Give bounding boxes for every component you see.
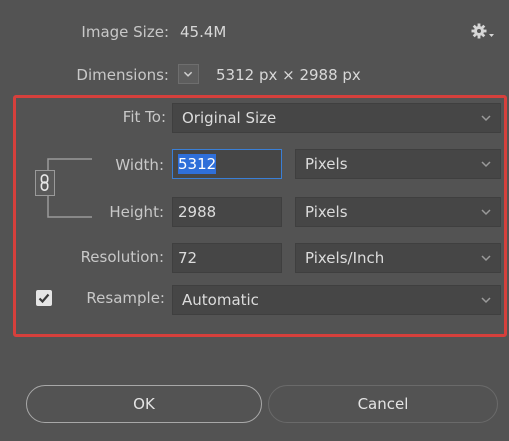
chevron-down-icon [481, 209, 491, 216]
width-unit-dropdown[interactable]: Pixels [295, 149, 501, 179]
resolution-label: Resolution: [80, 248, 164, 266]
dimensions-label: Dimensions: [76, 66, 169, 84]
resolution-unit-value: Pixels/Inch [305, 249, 385, 267]
fit-to-value: Original Size [182, 109, 277, 127]
ok-button[interactable]: OK [26, 385, 262, 423]
image-size-value: 45.4M [180, 23, 227, 41]
resolution-value: 72 [178, 249, 198, 267]
chevron-down-icon [481, 161, 491, 168]
resample-method-dropdown[interactable]: Automatic [172, 285, 501, 315]
chevron-down-icon [481, 115, 491, 122]
dimensions-value: 5312 px × 2988 px [216, 66, 361, 84]
fit-to-label: Fit To: [122, 108, 166, 126]
image-size-dialog: Image Size: 45.4M Dimensions: 5312 px × … [0, 0, 509, 441]
resolution-unit-dropdown[interactable]: Pixels/Inch [295, 243, 501, 273]
resample-method-value: Automatic [182, 291, 259, 309]
height-unit-value: Pixels [305, 203, 348, 221]
width-label: Width: [115, 156, 164, 174]
height-value: 2988 [178, 203, 217, 221]
height-unit-dropdown[interactable]: Pixels [295, 197, 501, 227]
image-size-label: Image Size: [81, 23, 169, 41]
link-chain-icon[interactable] [35, 170, 55, 196]
cancel-button[interactable]: Cancel [268, 385, 498, 423]
chevron-down-icon [183, 71, 193, 77]
width-input[interactable]: 5312 [172, 149, 282, 179]
height-label: Height: [109, 203, 164, 221]
resolution-input[interactable]: 72 [172, 243, 282, 273]
width-value: 5312 [178, 154, 217, 174]
height-input[interactable]: 2988 [172, 197, 282, 227]
dimensions-units-dropdown[interactable] [178, 64, 199, 84]
width-unit-value: Pixels [305, 155, 348, 173]
chevron-down-icon [481, 297, 491, 304]
gear-icon[interactable] [470, 22, 496, 42]
checkmark-icon [38, 293, 50, 304]
resample-checkbox[interactable] [36, 290, 52, 306]
fit-to-dropdown[interactable]: Original Size [172, 103, 501, 133]
chevron-down-icon [481, 255, 491, 262]
resample-label: Resample: [86, 289, 165, 307]
